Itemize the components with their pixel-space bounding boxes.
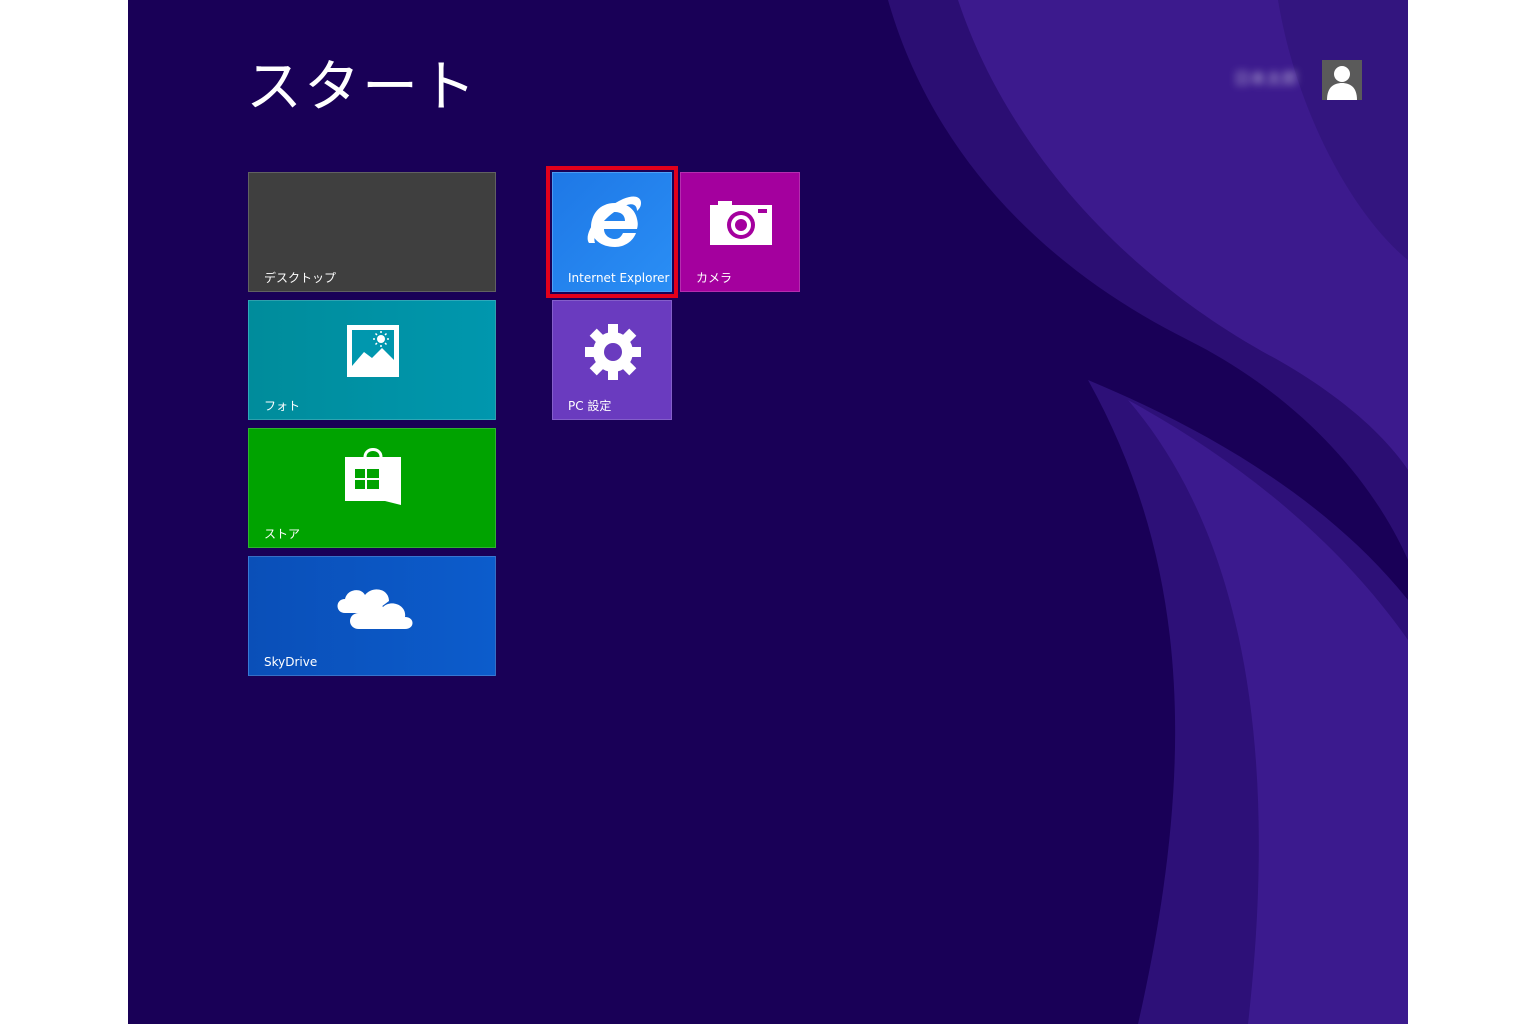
tile-internet-explorer[interactable]: Internet Explorer [552, 172, 672, 292]
tile-store[interactable]: ストア [248, 428, 496, 548]
tile-desktop[interactable]: デスクトップ [248, 172, 496, 292]
tile-pc-settings[interactable]: PC 設定 [552, 300, 672, 420]
tile-skydrive[interactable]: SkyDrive [248, 556, 496, 676]
user-silhouette-icon [1327, 66, 1357, 100]
start-title: スタート [246, 55, 478, 120]
store-bag-icon [345, 448, 401, 505]
start-screen: スタート 日本太郎 デスクトップ フォト ストア SkyDrive Intern… [128, 0, 1408, 1024]
internet-explorer-icon [587, 196, 641, 247]
tile-desktop-label: デスクトップ [264, 271, 337, 285]
tile-photos[interactable]: フォト [248, 300, 496, 420]
cloud-icon [337, 589, 413, 629]
camera-icon [710, 201, 772, 245]
tile-camera[interactable]: カメラ [680, 172, 800, 292]
tile-pc-settings-label: PC 設定 [568, 399, 612, 413]
tile-skydrive-label: SkyDrive [264, 655, 318, 669]
user-name[interactable]: 日本太郎 [1234, 68, 1310, 90]
user-avatar-icon[interactable] [1322, 60, 1362, 100]
tile-internet-explorer-label: Internet Explorer [568, 271, 670, 285]
photos-icon [347, 325, 399, 377]
tile-photos-label: フォト [264, 399, 301, 413]
tile-camera-label: カメラ [696, 271, 733, 285]
tile-store-label: ストア [264, 527, 301, 541]
gear-icon [585, 324, 641, 380]
